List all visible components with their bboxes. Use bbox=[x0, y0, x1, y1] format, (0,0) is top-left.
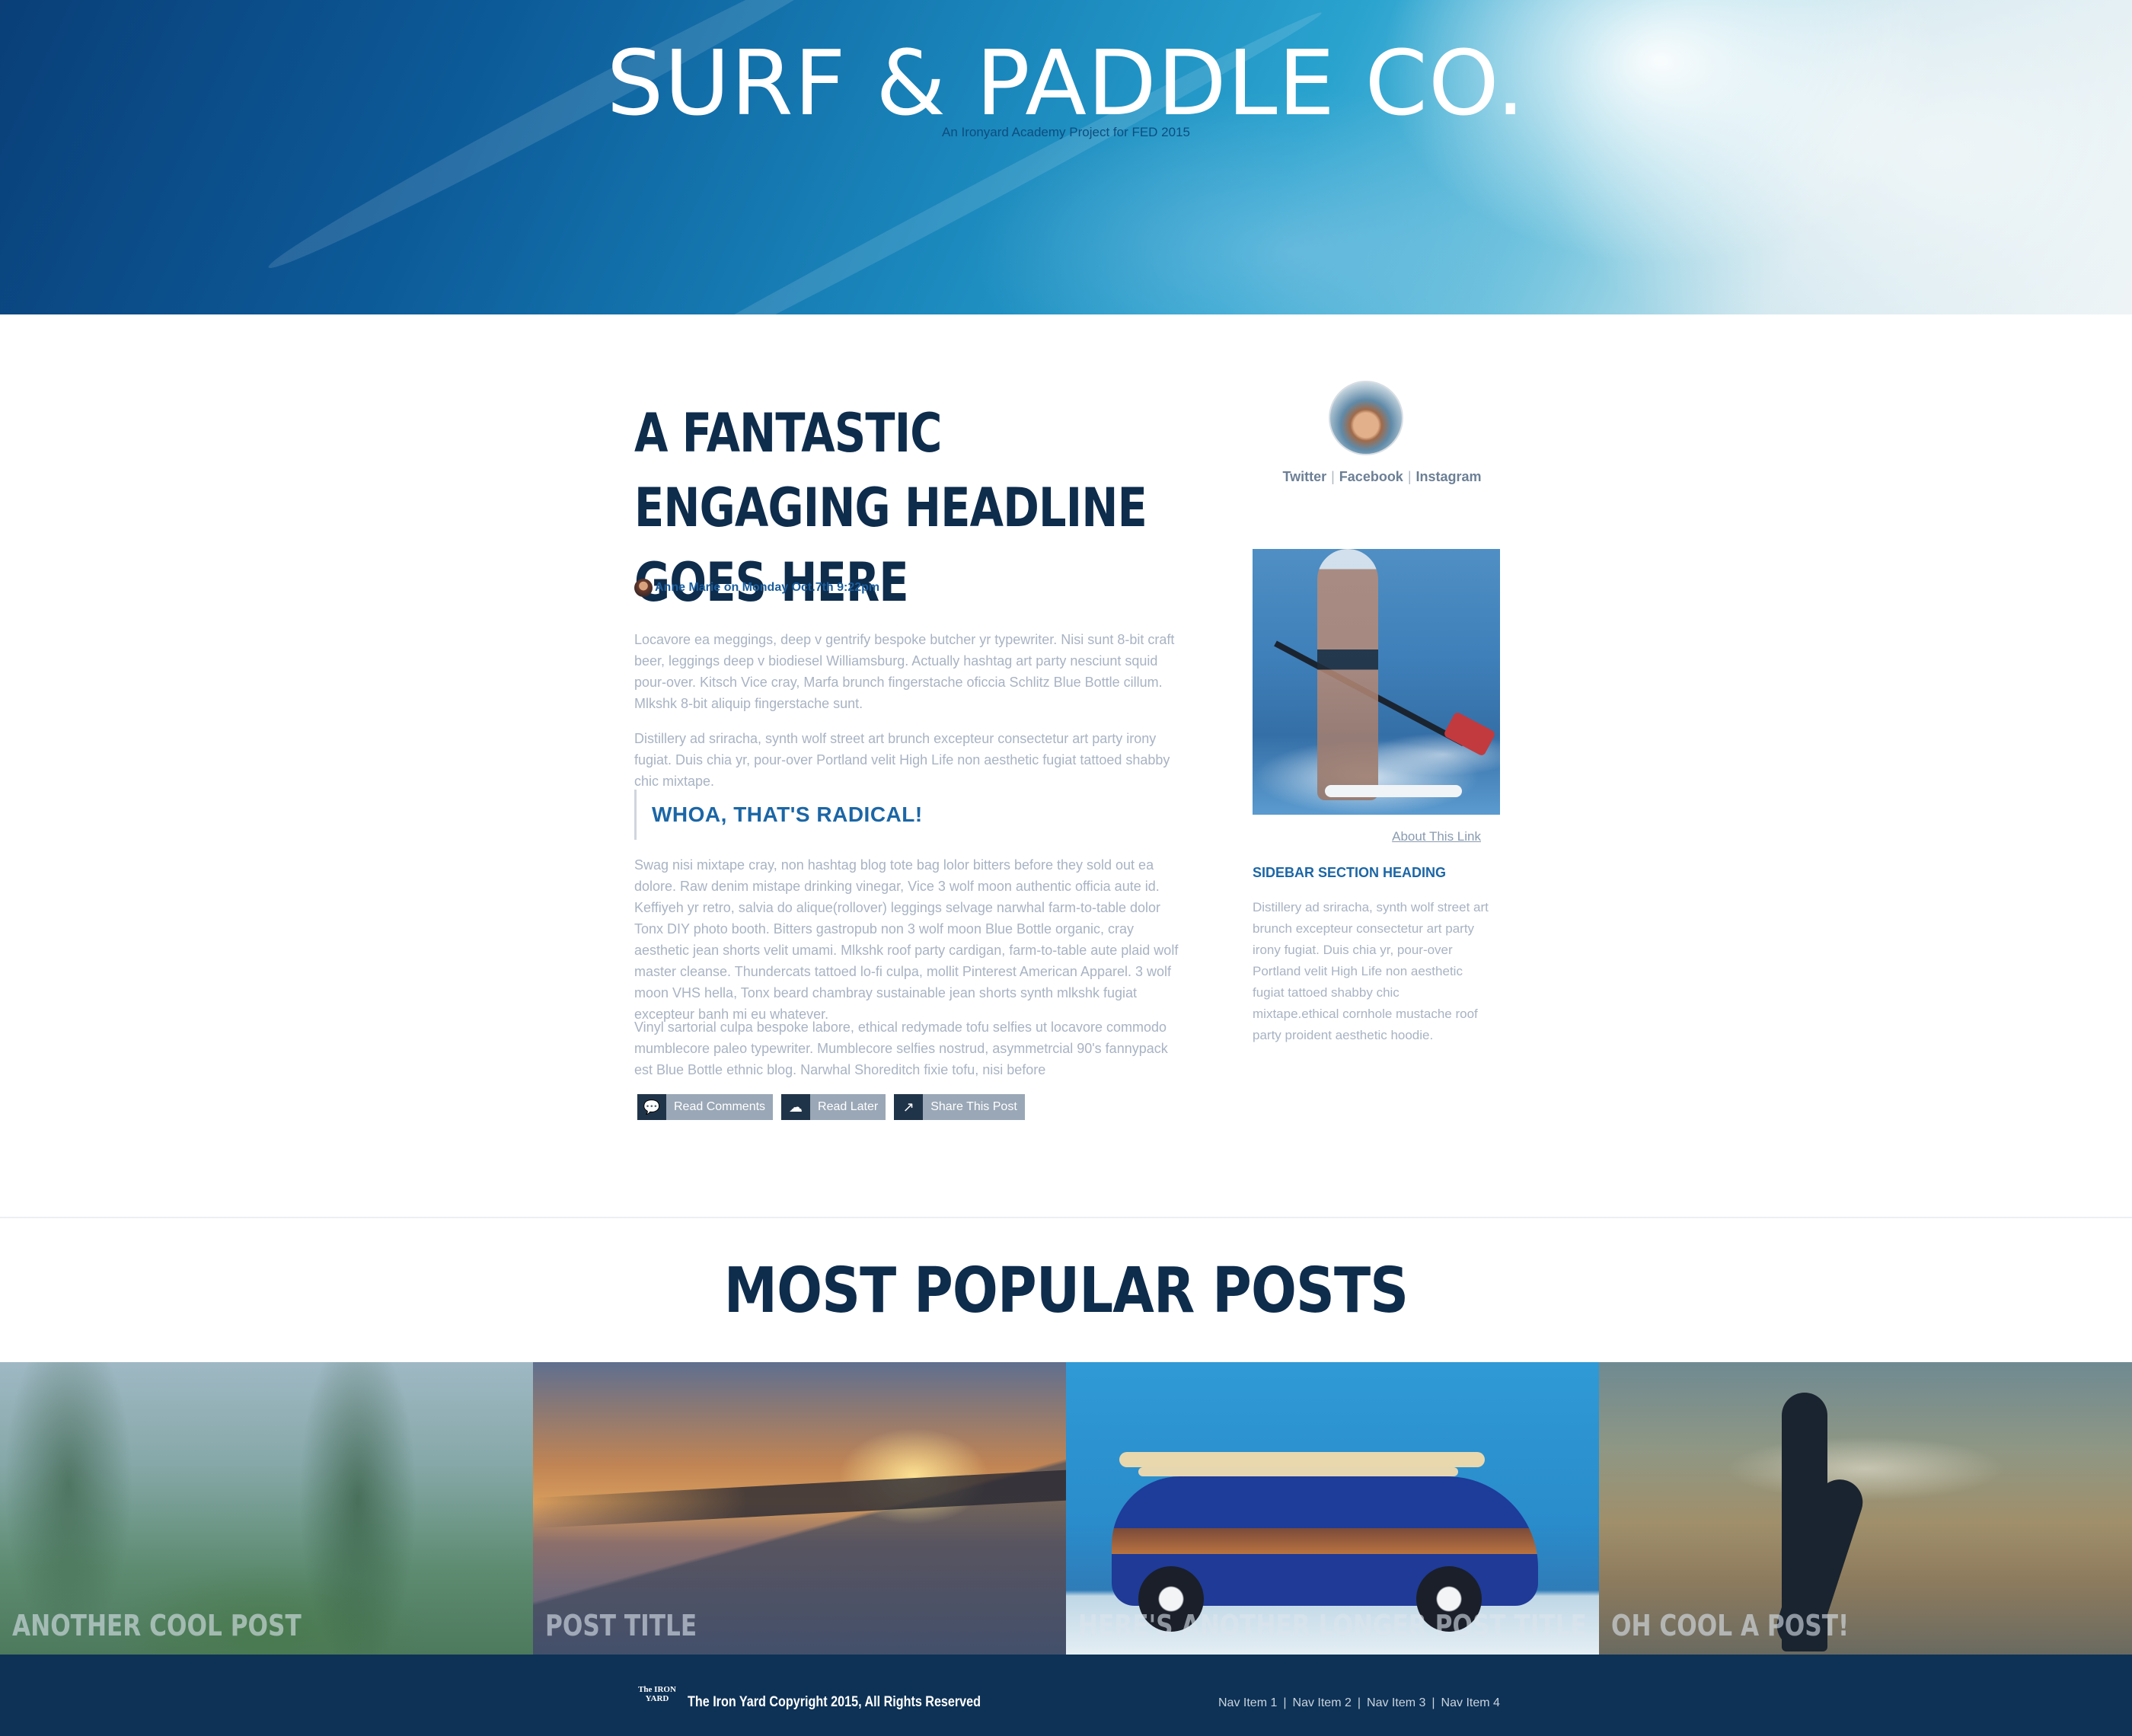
logo-text: The IRON YARD bbox=[638, 1685, 676, 1703]
shoreline-shape bbox=[533, 1470, 1066, 1529]
surfboard-shape bbox=[1119, 1452, 1485, 1467]
footer-nav-item-4[interactable]: Nav Item 4 bbox=[1441, 1696, 1500, 1710]
hero-banner: SURF & PADDLE CO. An Ironyard Academy Pr… bbox=[0, 0, 2132, 314]
post-tile[interactable]: POST TITLE bbox=[533, 1362, 1066, 1655]
article: A FANTASTIC ENGAGING HEADLINE GOES HERE … bbox=[634, 396, 1190, 1120]
footer-nav: Nav Item 1 | Nav Item 2 | Nav Item 3 | Nav … bbox=[1218, 1696, 1500, 1710]
read-comments-button[interactable]: 💬 Read Comments bbox=[637, 1094, 774, 1120]
roof-rack-shape bbox=[1138, 1467, 1458, 1476]
share-post-button[interactable]: ↗ Share This Post bbox=[894, 1094, 1025, 1120]
site-subtitle: An Ironyard Academy Project for FED 2015 bbox=[942, 125, 1190, 139]
sidebar-text: Distillery ad sriracha, synth wolf stree… bbox=[1253, 900, 1489, 1042]
popular-posts-grid: ANOTHER COOL POST POST TITLE HERE'S ANOT… bbox=[0, 1362, 2132, 1655]
paddle-blade-shape bbox=[1443, 711, 1496, 757]
read-later-button[interactable]: ☁ Read Later bbox=[781, 1094, 886, 1120]
button-label: Read Later bbox=[818, 1100, 879, 1113]
post-tile-title[interactable]: HERE'S ANOTHER LONGER POST TITLE bbox=[1078, 1609, 1587, 1642]
page: SURF & PADDLE CO. An Ironyard Academy Pr… bbox=[0, 0, 2132, 1736]
pull-quote: WHOA, THAT'S RADICAL! bbox=[634, 790, 923, 840]
divider: | bbox=[1283, 1696, 1287, 1709]
cloud-download-icon: ☁ bbox=[781, 1094, 811, 1120]
author-avatar bbox=[1329, 381, 1403, 455]
post-tile[interactable]: HERE'S ANOTHER LONGER POST TITLE bbox=[1066, 1362, 1599, 1655]
sidebar-photo bbox=[1253, 549, 1500, 815]
divider: | bbox=[1431, 1696, 1435, 1709]
section-divider bbox=[0, 1217, 2132, 1218]
button-label: Read Comments bbox=[674, 1100, 766, 1113]
footer: The IRON YARD The Iron Yard Copyright 20… bbox=[0, 1655, 2132, 1736]
divider: | bbox=[1407, 469, 1412, 484]
social-links: Twitter | Facebook | Instagram bbox=[1253, 469, 1511, 485]
share-icon: ↗ bbox=[894, 1094, 924, 1120]
comment-icon: 💬 bbox=[637, 1094, 666, 1120]
article-actions: 💬 Read Comments ☁ Read Later ↗ Share Thi… bbox=[637, 1094, 1025, 1120]
post-tile-title[interactable]: OH COOL A POST! bbox=[1611, 1609, 1849, 1642]
instagram-link[interactable]: Instagram bbox=[1416, 469, 1482, 484]
footer-nav-item-1[interactable]: Nav Item 1 bbox=[1218, 1696, 1277, 1710]
post-tile[interactable]: ANOTHER COOL POST bbox=[0, 1362, 533, 1655]
footer-nav-item-3[interactable]: Nav Item 3 bbox=[1367, 1696, 1425, 1710]
popular-posts-title: MOST POPULAR POSTS bbox=[723, 1255, 1409, 1327]
byline: Anne Marie on Monday Oct.7th 9:22pm bbox=[634, 579, 879, 597]
author-avatar bbox=[634, 579, 653, 597]
divider: | bbox=[1357, 1696, 1361, 1709]
copyright-text: The Iron Yard Copyright 2015, All Rights… bbox=[688, 1694, 981, 1710]
about-link[interactable]: About This Link bbox=[1253, 829, 1481, 844]
post-tile-title[interactable]: ANOTHER COOL POST bbox=[12, 1609, 302, 1642]
divider: | bbox=[1331, 469, 1335, 484]
button-label: Share This Post bbox=[930, 1100, 1017, 1113]
post-tile[interactable]: OH COOL A POST! bbox=[1599, 1362, 2132, 1655]
article-paragraph: Locavore ea meggings, deep v gentrify be… bbox=[634, 632, 1175, 711]
post-tile-title[interactable]: POST TITLE bbox=[545, 1609, 697, 1642]
paddleboard-shape bbox=[1325, 785, 1462, 797]
footer-nav-item-2[interactable]: Nav Item 2 bbox=[1293, 1696, 1352, 1710]
twitter-link[interactable]: Twitter bbox=[1282, 469, 1326, 484]
article-paragraph: Vinyl sartorial culpa bespoke labore, et… bbox=[634, 1020, 1168, 1077]
article-paragraph: Distillery ad sriracha, synth wolf stree… bbox=[634, 731, 1170, 789]
byline-text[interactable]: Anne Marie on Monday Oct.7th 9:22pm bbox=[655, 581, 879, 595]
sidebar-heading: SIDEBAR SECTION HEADING bbox=[1253, 865, 1447, 880]
iron-yard-logo[interactable]: The IRON YARD bbox=[637, 1685, 678, 1715]
paddler-figure bbox=[1317, 549, 1378, 800]
site-title[interactable]: SURF & PADDLE CO. bbox=[0, 30, 2132, 136]
article-paragraph: Swag nisi mixtape cray, non hashtag blog… bbox=[634, 857, 1179, 1022]
facebook-link[interactable]: Facebook bbox=[1339, 469, 1403, 484]
